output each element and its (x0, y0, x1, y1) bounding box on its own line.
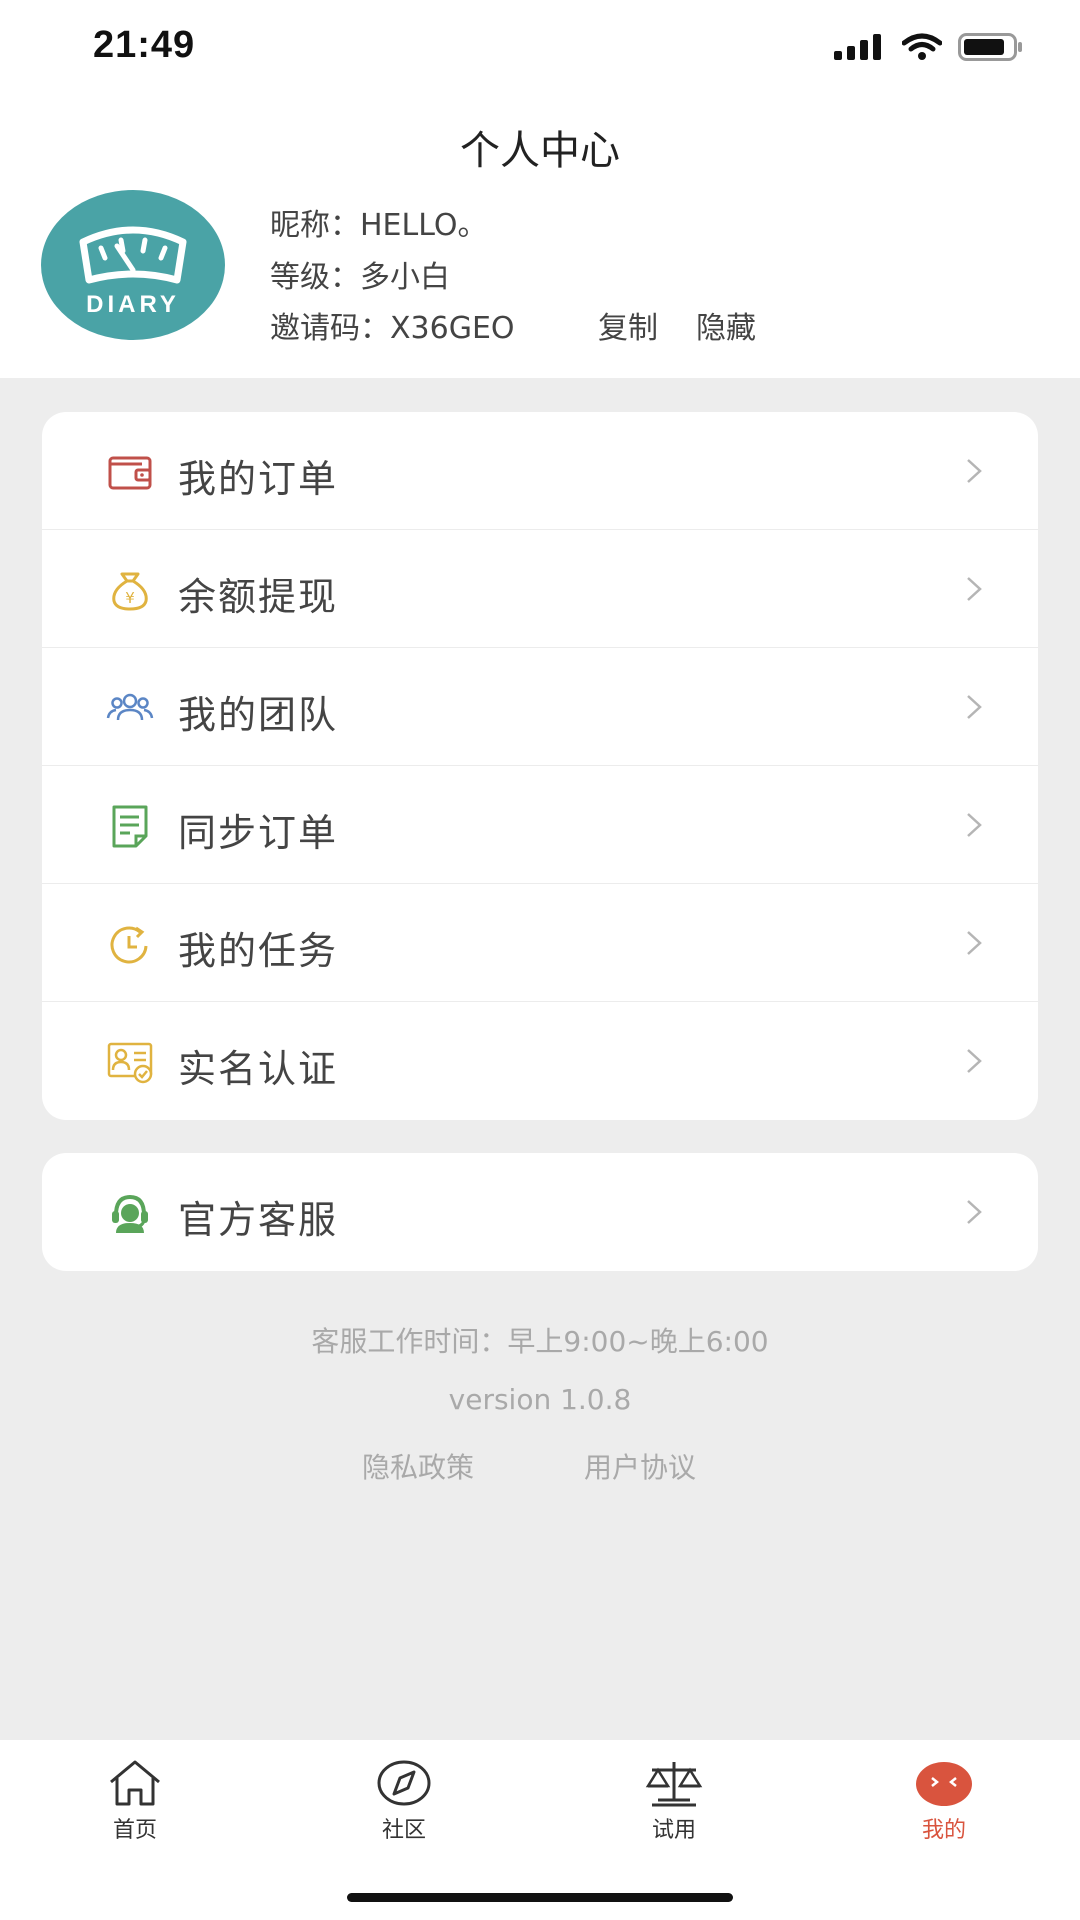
profile-header: 个人中心 DIARY 昵称：HELLO。 等级：多小白 邀请码：X36GEO 复… (0, 100, 1080, 378)
clock-icon (110, 926, 148, 964)
service-hours-text: 客服工作时间：早上9:00~晚上6:00 (311, 1325, 769, 1358)
level-value: 多小白 (360, 260, 450, 295)
chevron-right-icon (967, 577, 982, 601)
service-card: 官方客服 (42, 1153, 1038, 1271)
tab-label: 我的 (921, 1818, 966, 1843)
invite-code: X36GEO (390, 311, 515, 346)
chevron-right-icon (967, 813, 982, 837)
user-agreement-link[interactable]: 用户协议 (584, 1446, 696, 1486)
svg-text:¥: ¥ (125, 589, 135, 607)
nickname-label: 昵称： (270, 208, 360, 243)
id-card-icon (107, 1042, 153, 1084)
status-bar: 21:49 (0, 0, 1080, 100)
chevron-right-icon (967, 1200, 982, 1224)
tab-label: 试用 (651, 1818, 696, 1843)
compass-icon (377, 1760, 431, 1806)
menu-item-label: 我的订单 (178, 457, 339, 501)
menu-item-my-tasks[interactable]: 我的任务 (42, 884, 1038, 1002)
tab-mine[interactable]: 我的 (874, 1758, 1014, 1844)
diary-logo-icon: DIARY (79, 226, 187, 318)
tab-label: 首页 (112, 1818, 157, 1843)
document-icon (112, 805, 148, 848)
invite-row: 邀请码：X36GEO (270, 303, 515, 347)
menu-item-real-name-verification[interactable]: 实名认证 (42, 1002, 1038, 1120)
avatar-text: DIARY (86, 291, 180, 318)
home-indicator (347, 1893, 733, 1902)
menu-item-label: 余额提现 (178, 575, 339, 619)
version-text: version 1.0.8 (448, 1383, 632, 1416)
chevron-right-icon (967, 695, 982, 719)
nickname-value: HELLO。 (360, 208, 488, 243)
tab-trial[interactable]: 试用 (604, 1758, 744, 1844)
privacy-policy-link[interactable]: 隐私政策 (362, 1446, 474, 1486)
hide-button[interactable]: 隐藏 (696, 303, 756, 347)
page-title: 个人中心 (460, 128, 620, 174)
footer-links: 隐私政策 用户协议 (0, 1446, 1080, 1486)
menu-item-label: 我的任务 (178, 929, 339, 973)
chevron-right-icon (967, 931, 982, 955)
avatar[interactable]: DIARY (41, 190, 225, 340)
status-time: 21:49 (93, 24, 196, 66)
copy-button[interactable]: 复制 (598, 303, 658, 347)
tab-home[interactable]: 首页 (65, 1758, 205, 1844)
level-label: 等级： (270, 260, 360, 295)
wifi-icon (902, 33, 942, 60)
nickname-row: 昵称：HELLO。 (270, 200, 488, 244)
menu-item-customer-service[interactable]: 官方客服 (42, 1153, 1038, 1271)
scale-icon (645, 1762, 703, 1807)
menu-item-label: 我的团队 (178, 693, 339, 737)
team-icon (106, 693, 154, 721)
level-row: 等级：多小白 (270, 252, 450, 296)
headset-icon (112, 1194, 148, 1233)
home-icon (110, 1760, 160, 1806)
signal-icon (834, 34, 881, 60)
money-bag-icon: ¥ (112, 572, 148, 611)
tab-community[interactable]: 社区 (334, 1758, 474, 1844)
menu-item-withdraw[interactable]: ¥ 余额提现 (42, 530, 1038, 648)
wallet-icon (108, 456, 152, 490)
status-icons (834, 32, 1024, 62)
profile-face-icon (916, 1762, 972, 1806)
menu-item-label: 官方客服 (178, 1198, 339, 1242)
invite-label: 邀请码： (270, 311, 390, 346)
chevron-right-icon (967, 459, 982, 483)
chevron-right-icon (967, 1049, 982, 1073)
menu-item-sync-orders[interactable]: 同步订单 (42, 766, 1038, 884)
menu-item-label: 实名认证 (178, 1047, 339, 1091)
battery-icon (958, 33, 1022, 61)
menu-item-my-orders[interactable]: 我的订单 (42, 412, 1038, 530)
tab-label: 社区 (381, 1818, 426, 1843)
menu-item-my-team[interactable]: 我的团队 (42, 648, 1038, 766)
menu-card: 我的订单 ¥ 余额提现 我的团队 同步订单 我的任务 实名认证 (42, 412, 1038, 1120)
menu-item-label: 同步订单 (178, 811, 339, 855)
